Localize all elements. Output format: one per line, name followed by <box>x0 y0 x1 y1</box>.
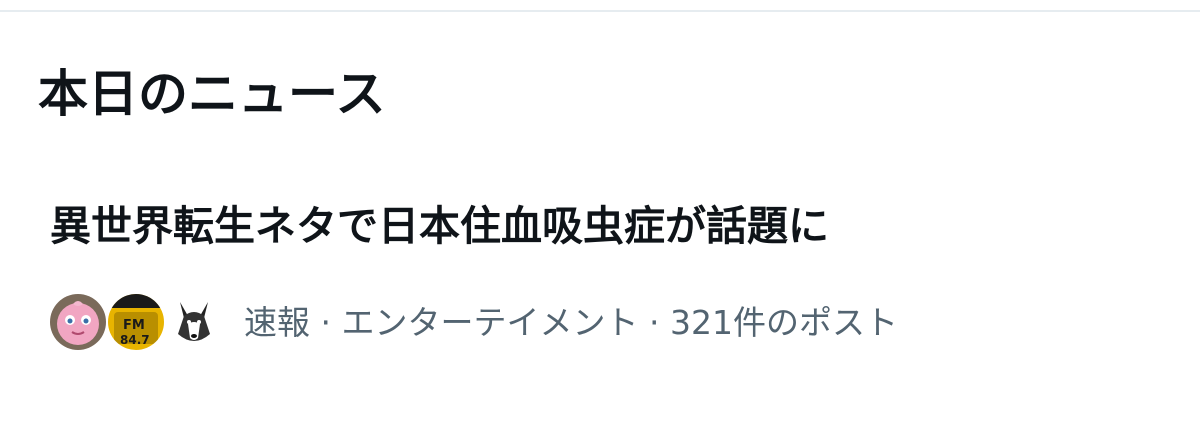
avatar-pink-character <box>48 292 108 352</box>
news-meta-row: FM 84.7 速報 · エンターテイメント · 321件のポスト <box>48 290 898 356</box>
section-title: 本日のニュース <box>38 65 386 123</box>
svg-text:84.7: 84.7 <box>120 333 150 347</box>
news-meta-text: 速報 · エンターテイメント · 321件のポスト <box>244 301 898 345</box>
avatar-husky-dog <box>164 292 224 352</box>
news-headline[interactable]: 異世界転生ネタで日本住血吸虫症が話題に <box>50 198 829 254</box>
avatar-stack: FM 84.7 <box>48 290 226 356</box>
svg-text:FM: FM <box>123 318 145 333</box>
meta-separator: · <box>310 303 342 342</box>
meta-separator: · <box>638 303 670 342</box>
news-category: 速報 <box>244 303 310 342</box>
trending-news-panel: 本日のニュース 異世界転生ネタで日本住血吸虫症が話題に FM 84.7 速報 ·… <box>0 0 1200 432</box>
news-item[interactable]: 異世界転生ネタで日本住血吸虫症が話題に FM 84.7 速報 · エンターテイメ… <box>0 180 1200 380</box>
post-count: 321件のポスト <box>669 303 898 342</box>
top-divider <box>0 10 1200 12</box>
avatar-fm-radio: FM 84.7 <box>106 292 166 352</box>
news-subcategory: エンターテイメント <box>341 303 639 342</box>
